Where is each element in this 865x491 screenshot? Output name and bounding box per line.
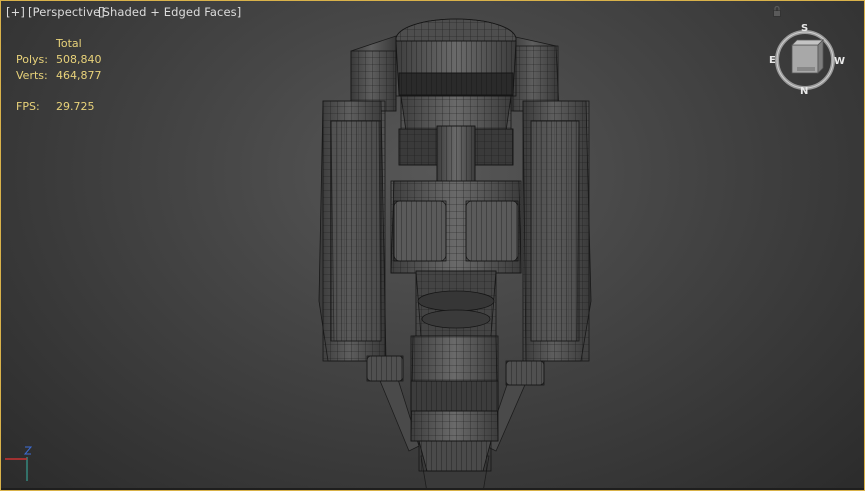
stats-polys-label: Polys: — [16, 53, 48, 66]
stats-verts-label: Verts: — [16, 69, 48, 82]
perspective-viewport[interactable]: [+] [Perspective] [Shaded + Edged Faces]… — [0, 0, 865, 491]
stats-verts-value: 464,877 — [56, 69, 102, 82]
viewcube[interactable]: S E W N — [769, 23, 845, 103]
stats-fps-value: 29.725 — [56, 100, 95, 113]
viewcube-east-label[interactable]: E — [769, 55, 776, 66]
lock-icon[interactable] — [773, 6, 781, 17]
viewport-menu-plus[interactable]: [+] — [6, 5, 25, 19]
stats-total-header: Total — [56, 37, 82, 50]
spaceship-wireframe-model — [318, 18, 592, 490]
stats-fps-label: FPS: — [16, 100, 40, 113]
viewcube-north-label[interactable]: N — [800, 86, 808, 97]
axis-z-letter-icon — [23, 446, 33, 455]
axis-gizmo-icon — [5, 446, 33, 481]
viewcube-west-label[interactable]: W — [834, 56, 845, 67]
viewcube-south-label[interactable]: S — [801, 23, 808, 34]
viewport-shading-label[interactable]: [Shaded + Edged Faces] — [98, 5, 241, 19]
stats-polys-value: 508,840 — [56, 53, 102, 66]
viewport-point-of-view-label[interactable]: [Perspective] — [28, 5, 105, 19]
